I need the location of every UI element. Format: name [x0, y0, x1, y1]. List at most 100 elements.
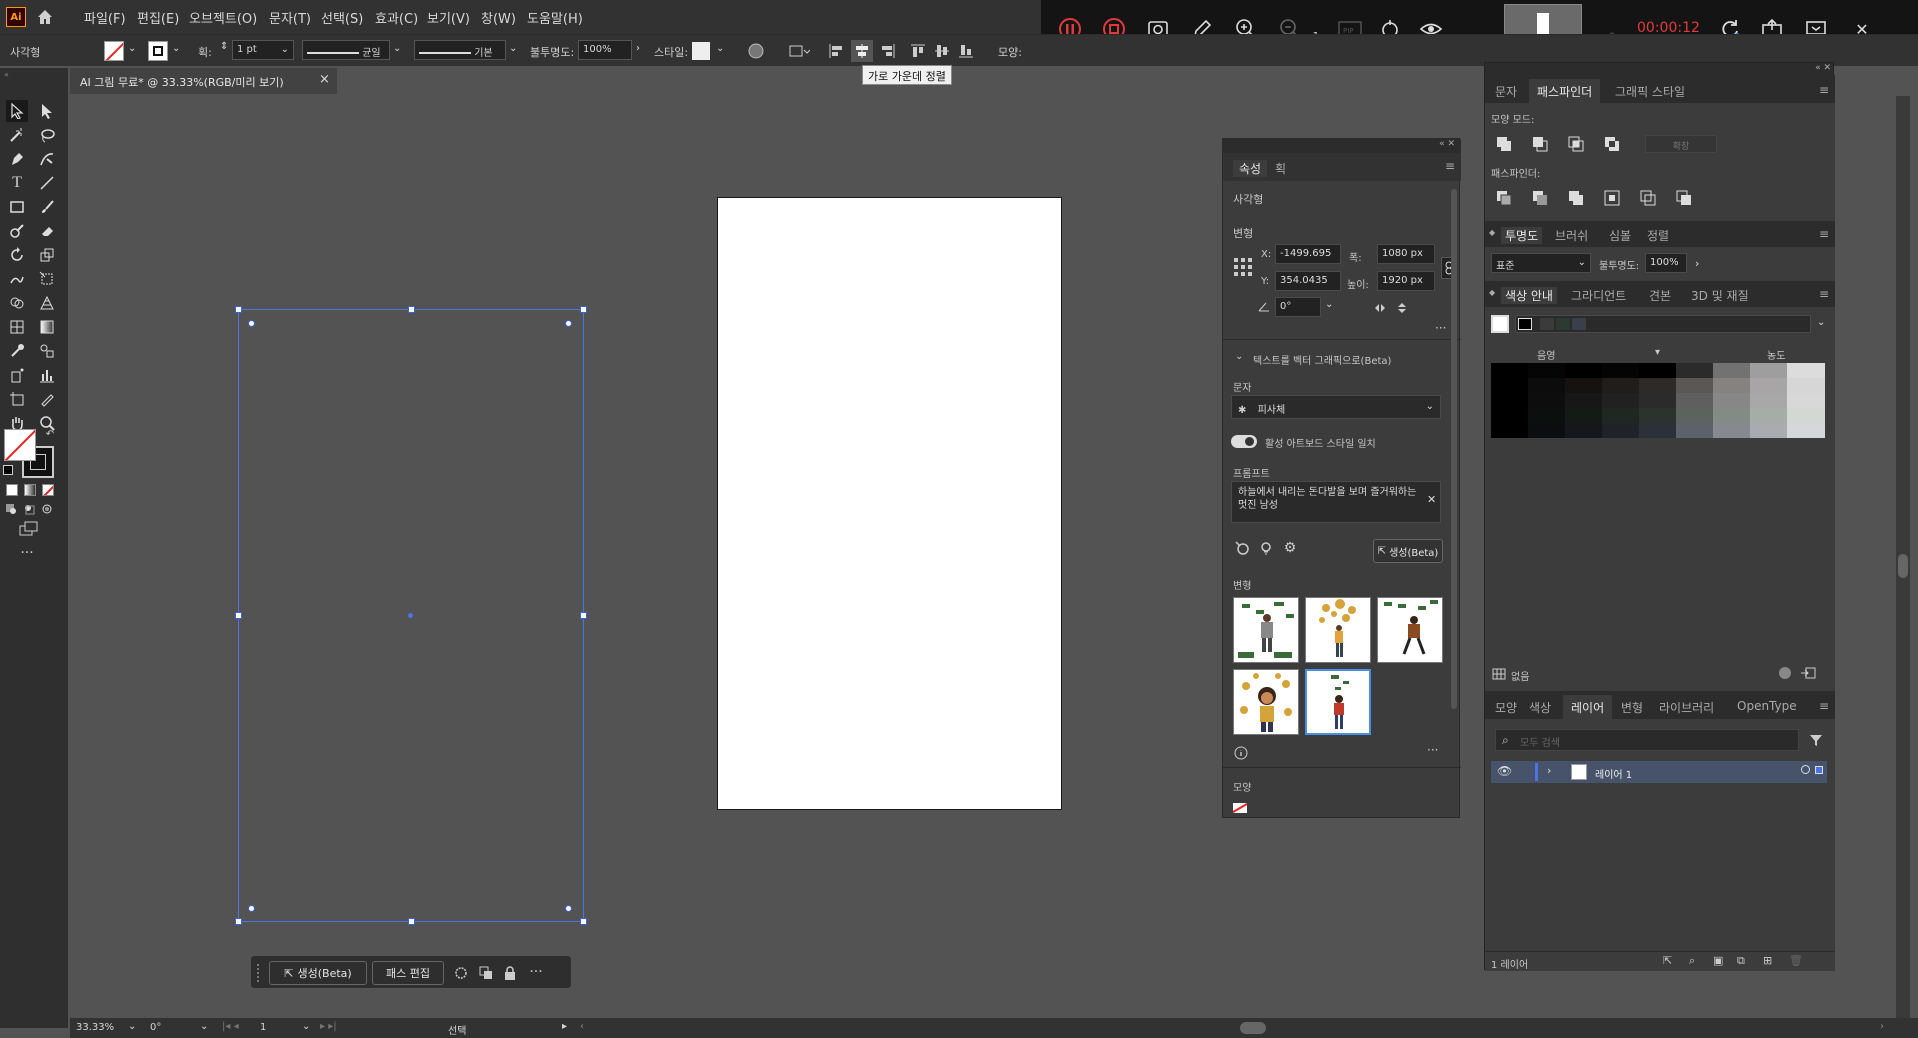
selection-indicator-icon[interactable] [1815, 766, 1823, 774]
opacity-arrow-icon[interactable]: › [636, 43, 640, 54]
collapse-icon[interactable]: ◆ [1489, 228, 1495, 237]
transparency-opacity-field[interactable]: 100% [1645, 253, 1687, 273]
menu-edit[interactable]: 편집(E) [137, 8, 179, 27]
properties-scrollbar[interactable] [1451, 189, 1457, 709]
artboard[interactable] [717, 197, 1062, 810]
taskbar-grip-icon[interactable] [257, 964, 260, 982]
none-mode-icon[interactable] [42, 484, 54, 496]
gradient-mode-icon[interactable] [24, 484, 36, 496]
minus-front-icon[interactable] [1531, 135, 1549, 153]
layer-row[interactable]: 👁 › 레이어 1 [1491, 761, 1827, 783]
symbol-sprayer-icon[interactable] [6, 364, 28, 386]
draw-normal-icon[interactable] [4, 502, 18, 516]
scale-tool-icon[interactable] [36, 244, 58, 266]
rotation-value[interactable]: 0° [150, 1022, 161, 1033]
variation-dropdown-icon[interactable]: ▾ [1655, 347, 1660, 358]
swap-colors-icon[interactable]: ↶ [44, 428, 56, 440]
scroll-left-icon[interactable]: ‹ [580, 1021, 584, 1032]
selection-handle[interactable] [408, 918, 415, 925]
tab-stroke[interactable]: 획 [1275, 160, 1286, 177]
tab-symbols[interactable]: 심볼 [1609, 227, 1631, 244]
info-icon[interactable] [1233, 745, 1249, 761]
align-right-icon[interactable] [878, 41, 898, 61]
layers-search-field[interactable]: ⌕ 모두 검색 [1495, 729, 1799, 751]
selection-handle[interactable] [235, 612, 242, 619]
width-field[interactable]: 1080 px [1377, 244, 1435, 264]
clipping-mask-icon[interactable]: ▣ [1713, 954, 1723, 967]
appearance-fill-swatch[interactable] [1233, 803, 1247, 813]
panel-menu-icon[interactable]: ≡ [1819, 227, 1829, 241]
profile-dropdown-icon[interactable]: ⌄ [393, 43, 401, 54]
tab-libraries[interactable]: 라이브러리 [1659, 699, 1714, 716]
align-horizontal-center-icon[interactable] [851, 40, 873, 62]
color-mode-icon[interactable] [6, 484, 18, 496]
rectangle-tool-icon[interactable] [6, 196, 28, 218]
save-group-icon[interactable] [1799, 665, 1817, 681]
tab-align[interactable]: 정렬 [1647, 227, 1669, 244]
canvas-vertical-scrollbar[interactable] [1896, 96, 1910, 1018]
blend-mode-select[interactable]: 표준 ⌄ [1491, 253, 1591, 273]
variation-thumbnail[interactable] [1233, 597, 1299, 663]
zoom-level[interactable]: 33.33% [76, 1022, 114, 1033]
rotate-angle-icon[interactable] [1257, 299, 1271, 313]
menu-object[interactable]: 오브젝트(O) [189, 8, 257, 27]
close-tab-icon[interactable]: × [319, 72, 330, 87]
flip-horizontal-icon[interactable] [1373, 301, 1387, 315]
app-logo[interactable]: Ai [6, 7, 26, 27]
rotate-field[interactable]: 0° [1275, 297, 1321, 317]
artboard-number[interactable]: 1 [260, 1022, 266, 1033]
visibility-eye-icon[interactable]: 👁 [1497, 764, 1512, 778]
divide-icon[interactable] [1495, 189, 1513, 207]
gear-cog-icon[interactable] [452, 964, 470, 982]
shape-builder-icon[interactable] [6, 292, 28, 314]
exclude-icon[interactable] [1603, 135, 1621, 153]
tab-opentype[interactable]: OpenType [1737, 699, 1797, 713]
stroke-dropdown-icon[interactable]: ⌄ [172, 43, 180, 54]
panel-menu-icon[interactable]: ≡ [1819, 83, 1829, 97]
vectorize-title[interactable]: 텍스트를 벡터 그래픽으로(Beta) [1253, 352, 1391, 367]
rotate-tool-icon[interactable] [6, 244, 28, 266]
corner-widget[interactable] [248, 320, 255, 327]
align-vertical-center-icon[interactable] [932, 41, 952, 61]
align-to-icon[interactable] [786, 41, 812, 61]
pen-tool-icon[interactable] [6, 148, 28, 170]
style-swatch[interactable] [692, 42, 710, 60]
default-colors-icon[interactable] [3, 465, 13, 475]
panel-menu-icon[interactable]: ≡ [1819, 699, 1829, 713]
draw-inside-icon[interactable] [40, 502, 54, 516]
scroll-right-icon[interactable]: › [1880, 1021, 1884, 1032]
tab-3d-materials[interactable]: 3D 및 재질 [1691, 287, 1749, 304]
tab-transform[interactable]: 변형 [1621, 699, 1643, 716]
type-select[interactable]: ✱ 피사체 ⌄ [1231, 395, 1441, 419]
tab-graphic-styles[interactable]: 그래픽 스타일 [1615, 83, 1685, 100]
menu-effect[interactable]: 효과(C) [375, 8, 418, 27]
edit-colors-icon[interactable] [1777, 665, 1793, 681]
tab-properties[interactable]: 속성 [1233, 160, 1268, 177]
stroke-weight-field[interactable]: 1 pt ⌄ [232, 40, 294, 60]
color-grid-svg[interactable] [1491, 363, 1825, 438]
curvature-tool-icon[interactable] [36, 148, 58, 170]
menu-type[interactable]: 문자(T) [269, 8, 311, 27]
locate-object-icon[interactable]: ⌕ [1689, 954, 1695, 968]
collapse-icon[interactable]: ◆ [1489, 288, 1495, 297]
warp-tool-icon[interactable] [6, 268, 28, 290]
brush-dropdown-icon[interactable]: ⌄ [509, 43, 517, 54]
generate-beta-button[interactable]: ⇱ 생성(Beta) [1373, 539, 1443, 563]
tab-appearance[interactable]: 모양 [1495, 699, 1517, 716]
type-tool-icon[interactable]: T [6, 172, 28, 194]
unite-icon[interactable] [1495, 135, 1513, 153]
corner-widget[interactable] [565, 320, 572, 327]
tab-swatches[interactable]: 견본 [1649, 287, 1671, 304]
stroke-profile-select[interactable]: 균일 [302, 40, 390, 60]
sample-icon[interactable] [1233, 539, 1251, 557]
graph-tool-icon[interactable] [36, 364, 58, 386]
selection-handle[interactable] [408, 306, 415, 313]
rotate-dropdown-icon[interactable]: ⌄ [1325, 299, 1333, 310]
align-left-icon[interactable] [826, 41, 846, 61]
edit-path-button[interactable]: 패스 편집 [372, 961, 444, 985]
opacity-field[interactable]: 100% [578, 40, 632, 60]
fill-dropdown-icon[interactable]: ⌄ [128, 43, 136, 54]
tab-color-guide[interactable]: 색상 안내 [1501, 287, 1557, 304]
draw-behind-icon[interactable] [22, 502, 36, 516]
tab-color[interactable]: 색상 [1529, 699, 1551, 716]
